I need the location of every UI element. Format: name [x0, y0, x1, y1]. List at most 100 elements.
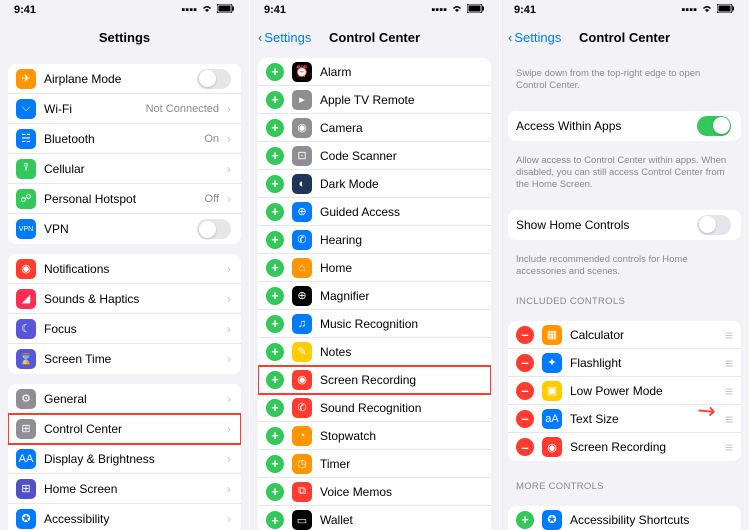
- settings-content[interactable]: ✈Airplane Mode⌵Wi-FiNot Connected›☵Bluet…: [0, 54, 249, 530]
- bluetooth-icon: ☵: [16, 129, 36, 149]
- row-label: Focus: [44, 322, 219, 336]
- row-alarm[interactable]: +⏰Alarm: [258, 58, 491, 86]
- intro-text: Swipe down from the top-right edge to op…: [500, 54, 749, 101]
- row-label: Hearing: [320, 233, 481, 247]
- row-home-screen[interactable]: ⊞Home Screen›: [8, 474, 241, 504]
- add-button[interactable]: +: [266, 63, 284, 81]
- drag-handle-icon[interactable]: ≡: [725, 439, 731, 455]
- add-button[interactable]: +: [266, 91, 284, 109]
- add-button[interactable]: +: [266, 203, 284, 221]
- row-dark-mode[interactable]: +◐Dark Mode: [258, 170, 491, 198]
- add-button[interactable]: +: [266, 231, 284, 249]
- toggle-access-within-apps[interactable]: [697, 116, 731, 136]
- add-button[interactable]: +: [516, 511, 534, 529]
- flashlight-icon: ✦: [542, 353, 562, 373]
- toggle-show-home-controls[interactable]: [697, 215, 731, 235]
- home-icon: ⌂: [292, 258, 312, 278]
- row-sound-recognition[interactable]: +✆Sound Recognition: [258, 394, 491, 422]
- sound-recognition-icon: ✆: [292, 398, 312, 418]
- signal-icon: ▪▪▪▪: [681, 4, 697, 16]
- row-label: Flashlight: [570, 356, 717, 370]
- home-footer: Include recommended controls for Home ac…: [500, 250, 749, 287]
- screen-settings: 9:41 ▪▪▪▪ Settings ✈Airplane Mode⌵Wi-FiN…: [0, 0, 250, 530]
- row-bluetooth[interactable]: ☵BluetoothOn›: [8, 124, 241, 154]
- add-button[interactable]: +: [266, 147, 284, 165]
- row-music-recognition[interactable]: +♫Music Recognition: [258, 310, 491, 338]
- drag-handle-icon[interactable]: ≡: [725, 383, 731, 399]
- row-label: Accessibility: [44, 512, 219, 526]
- remove-button[interactable]: –: [516, 354, 534, 372]
- row-screen-time[interactable]: ⌛Screen Time›: [8, 344, 241, 374]
- row-label: Screen Time: [44, 352, 219, 366]
- row-airplane-mode[interactable]: ✈Airplane Mode: [8, 64, 241, 94]
- guided-access-icon: ⊕: [292, 202, 312, 222]
- back-button[interactable]: ‹ Settings: [258, 30, 311, 45]
- add-button[interactable]: +: [266, 371, 284, 389]
- drag-handle-icon[interactable]: ≡: [725, 355, 731, 371]
- add-button[interactable]: +: [266, 287, 284, 305]
- add-button[interactable]: +: [266, 427, 284, 445]
- add-button[interactable]: +: [266, 483, 284, 501]
- row-hearing[interactable]: +✆Hearing: [258, 226, 491, 254]
- row-screen-recording[interactable]: –◉Screen Recording≡: [508, 433, 741, 461]
- remove-button[interactable]: –: [516, 410, 534, 428]
- row-notifications[interactable]: ◉Notifications›: [8, 254, 241, 284]
- row-text-size[interactable]: –aAText Size≡: [508, 405, 741, 433]
- row-label: Wi-Fi: [44, 102, 138, 116]
- row-calculator[interactable]: –▦Calculator≡: [508, 321, 741, 349]
- row-focus[interactable]: ☾Focus›: [8, 314, 241, 344]
- row-accessibility[interactable]: ✪Accessibility›: [8, 504, 241, 530]
- add-button[interactable]: +: [266, 119, 284, 137]
- row-wi-fi[interactable]: ⌵Wi-FiNot Connected›: [8, 94, 241, 124]
- add-button[interactable]: +: [266, 343, 284, 361]
- status-bar: 9:41 ▪▪▪▪: [500, 0, 749, 20]
- add-button[interactable]: +: [266, 259, 284, 277]
- row-wallet[interactable]: +▭Wallet: [258, 506, 491, 530]
- included-controls-list: –▦Calculator≡–✦Flashlight≡–▣Low Power Mo…: [508, 321, 741, 461]
- calculator-icon: ▦: [542, 325, 562, 345]
- row-cellular[interactable]: ⍒Cellular›: [8, 154, 241, 184]
- back-button[interactable]: ‹ Settings: [508, 30, 561, 45]
- row-general[interactable]: ⚙General›: [8, 384, 241, 414]
- status-right: ▪▪▪▪: [681, 4, 735, 16]
- row-low-power-mode[interactable]: –▣Low Power Mode≡: [508, 377, 741, 405]
- row-display-brightness[interactable]: AADisplay & Brightness›: [8, 444, 241, 474]
- row-label: Airplane Mode: [44, 72, 189, 86]
- row-personal-hotspot[interactable]: ☍Personal HotspotOff›: [8, 184, 241, 214]
- drag-handle-icon[interactable]: ≡: [725, 411, 731, 427]
- row-sounds-haptics[interactable]: ◢Sounds & Haptics›: [8, 284, 241, 314]
- remove-button[interactable]: –: [516, 382, 534, 400]
- row-home[interactable]: +⌂Home: [258, 254, 491, 282]
- cc-add-content[interactable]: +⏰Alarm+▸Apple TV Remote+◉Camera+⊡Code S…: [250, 54, 499, 530]
- row-guided-access[interactable]: +⊕Guided Access: [258, 198, 491, 226]
- accessibility-icon: ✪: [16, 509, 36, 529]
- row-voice-memos[interactable]: +⧉Voice Memos: [258, 478, 491, 506]
- row-camera[interactable]: +◉Camera: [258, 114, 491, 142]
- row-control-center[interactable]: ⊞Control Center›: [8, 414, 241, 444]
- add-button[interactable]: +: [266, 399, 284, 417]
- row-code-scanner[interactable]: +⊡Code Scanner: [258, 142, 491, 170]
- toggle[interactable]: [197, 69, 231, 89]
- remove-button[interactable]: –: [516, 438, 534, 456]
- toggle[interactable]: [197, 219, 231, 239]
- cc-main-content[interactable]: Swipe down from the top-right edge to op…: [500, 54, 749, 530]
- row-label: Personal Hotspot: [44, 192, 197, 206]
- row-accessibility-shortcuts[interactable]: +✪Accessibility Shortcuts: [508, 506, 741, 530]
- row-access-within-apps[interactable]: Access Within Apps: [508, 111, 741, 141]
- remove-button[interactable]: –: [516, 326, 534, 344]
- add-button[interactable]: +: [266, 511, 284, 529]
- add-button[interactable]: +: [266, 175, 284, 193]
- add-button[interactable]: +: [266, 315, 284, 333]
- battery-icon: [717, 4, 735, 16]
- row-vpn[interactable]: VPNVPN: [8, 214, 241, 244]
- row-notes[interactable]: +✎Notes: [258, 338, 491, 366]
- row-screen-recording[interactable]: +◉Screen Recording: [258, 366, 491, 394]
- row-magnifier[interactable]: +⊕Magnifier: [258, 282, 491, 310]
- drag-handle-icon[interactable]: ≡: [725, 327, 731, 343]
- row-apple-tv-remote[interactable]: +▸Apple TV Remote: [258, 86, 491, 114]
- add-button[interactable]: +: [266, 455, 284, 473]
- row-show-home-controls[interactable]: Show Home Controls: [508, 210, 741, 240]
- row-timer[interactable]: +◷Timer: [258, 450, 491, 478]
- row-stopwatch[interactable]: +◔Stopwatch: [258, 422, 491, 450]
- row-flashlight[interactable]: –✦ Flashlight ≡: [508, 349, 741, 377]
